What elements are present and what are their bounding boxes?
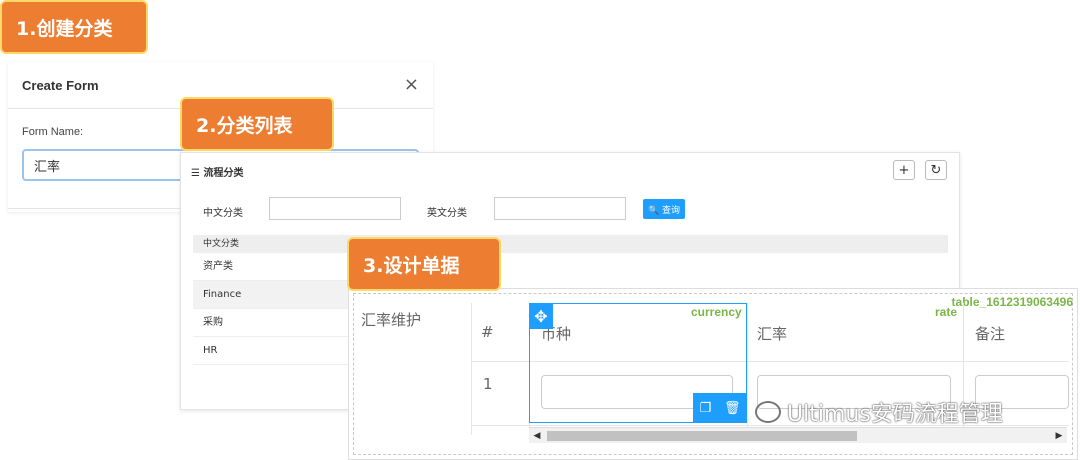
form-designer: table_1612319063496 汇率维护 # 1 币种 汇率 备注 ✥ … bbox=[348, 288, 1078, 460]
form-name-value: 汇率 bbox=[34, 159, 61, 175]
watermark: Ultimus安码流程管理 bbox=[755, 396, 1003, 428]
table-row[interactable]: 资产类 bbox=[193, 253, 348, 281]
column-header-rate: 汇率 bbox=[757, 325, 788, 343]
step3-label: 3.设计单据 bbox=[363, 254, 460, 277]
cn-category-input[interactable] bbox=[269, 197, 401, 220]
dialog-title: Create Form bbox=[22, 78, 99, 93]
scroll-left-icon[interactable]: ◀ bbox=[529, 428, 545, 444]
column-border bbox=[471, 303, 472, 435]
column-border bbox=[747, 303, 748, 435]
table-row[interactable]: HR bbox=[193, 337, 348, 365]
close-icon[interactable]: × bbox=[404, 74, 419, 95]
field-action-bar: ❐ 🗑 bbox=[693, 393, 747, 423]
watermark-text: Ultimus安码流程管理 bbox=[787, 402, 1003, 427]
form-name-label: Form Name: bbox=[22, 126, 84, 138]
index-header: # bbox=[481, 323, 494, 341]
search-button[interactable]: 🔍 查询 bbox=[643, 199, 685, 219]
cn-category-label: 中文分类 bbox=[203, 208, 243, 219]
panel-title: ☰ 流程分类 bbox=[191, 168, 244, 179]
table-row[interactable]: 采购 bbox=[193, 309, 348, 337]
step1-label: 1.创建分类 bbox=[16, 17, 113, 40]
form-section-label: 汇率维护 bbox=[361, 311, 422, 329]
copy-icon[interactable]: ❐ bbox=[699, 401, 711, 416]
step1-badge: 1.创建分类 bbox=[0, 0, 148, 54]
table-row[interactable]: Finance bbox=[193, 281, 348, 309]
scroll-thumb[interactable] bbox=[547, 431, 857, 441]
row-index: 1 bbox=[483, 375, 493, 393]
step2-badge: 2.分类列表 bbox=[180, 97, 334, 151]
scroll-right-icon[interactable]: ▶ bbox=[1051, 428, 1067, 444]
field-tag-currency: currency bbox=[691, 305, 742, 319]
refresh-button[interactable]: ↻ bbox=[925, 160, 947, 180]
step2-label: 2.分类列表 bbox=[196, 114, 293, 137]
move-icon[interactable]: ✥ bbox=[529, 303, 553, 329]
column-header-remark: 备注 bbox=[975, 325, 1006, 343]
add-button[interactable]: + bbox=[893, 160, 915, 180]
en-category-input[interactable] bbox=[494, 197, 626, 220]
wechat-icon bbox=[755, 401, 781, 423]
column-header: 中文分类 bbox=[193, 235, 948, 253]
delete-icon[interactable]: 🗑 bbox=[724, 401, 741, 416]
en-category-label: 英文分类 bbox=[427, 208, 467, 219]
step3-badge: 3.设计单据 bbox=[347, 237, 501, 291]
horizontal-scrollbar[interactable]: ◀ ▶ bbox=[529, 427, 1067, 443]
field-tag-rate: rate bbox=[935, 305, 958, 319]
